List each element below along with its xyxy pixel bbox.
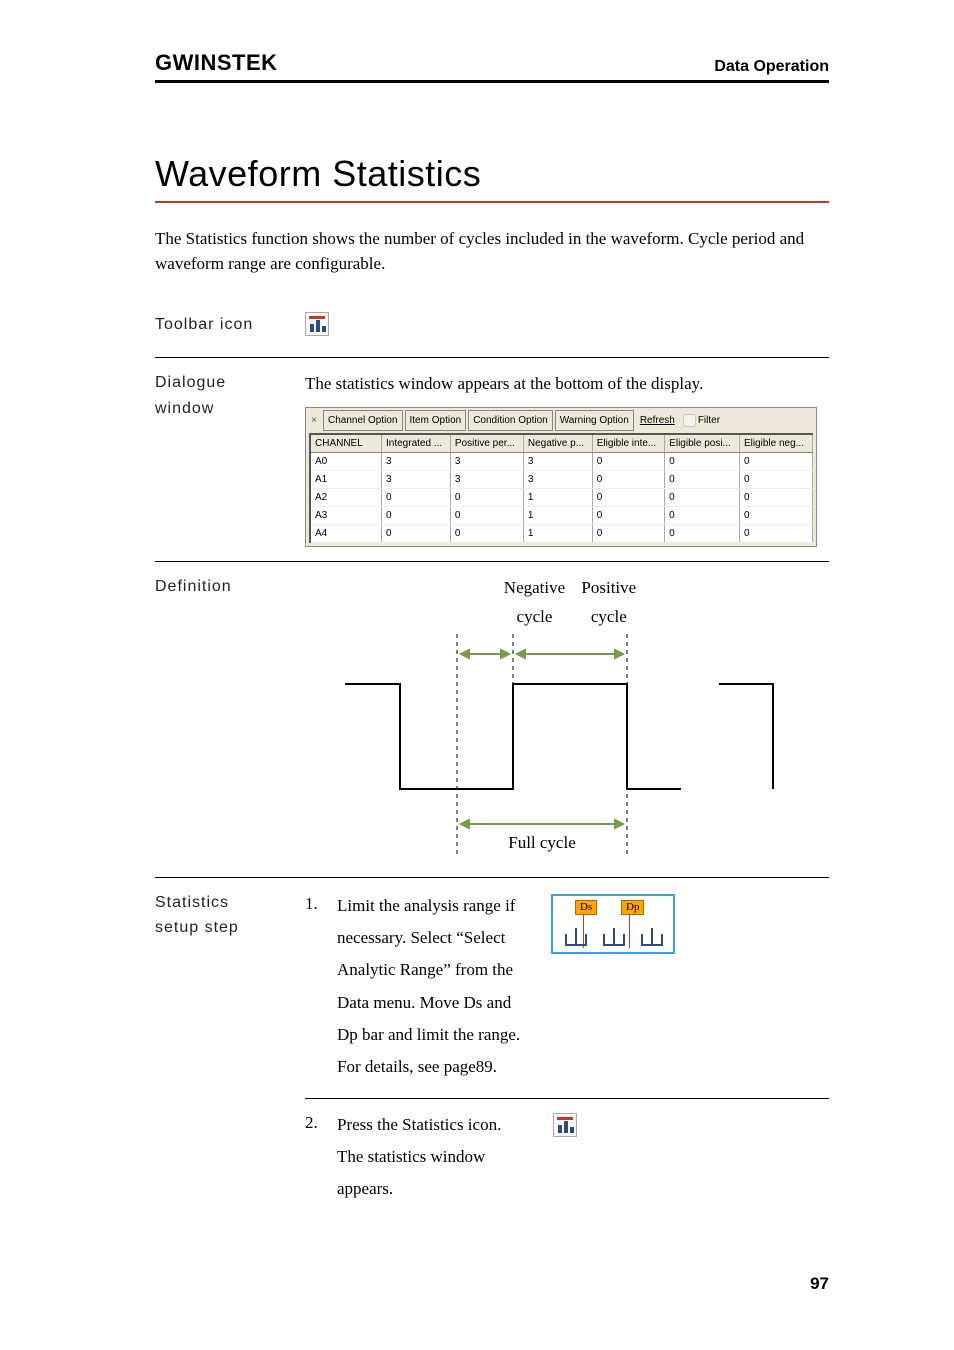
cycle-definition-diagram: Negativecycle Positivecycle	[305, 574, 805, 859]
stat-col-header: Negative p...	[523, 435, 592, 453]
title-rule	[155, 201, 829, 203]
dialogue-description: The statistics window appears at the bot…	[305, 370, 829, 399]
stat-col-header: Integrated ...	[382, 435, 451, 453]
stat-col-header: CHANNEL	[311, 435, 382, 453]
stat-col-header: Positive per...	[450, 435, 523, 453]
page-number: 97	[810, 1274, 829, 1294]
dialogue-label-1: Dialogue	[155, 370, 305, 396]
ds-marker: Ds	[575, 900, 597, 915]
close-icon: ×	[309, 412, 319, 429]
table-row: A2001000	[311, 489, 813, 507]
table-row: A3001000	[311, 507, 813, 525]
toolbar-label: Toolbar icon	[155, 312, 305, 338]
condition-option-button: Condition Option	[468, 410, 553, 431]
table-row: A1333000	[311, 471, 813, 489]
statistics-icon	[553, 1113, 577, 1137]
dp-marker: Dp	[621, 900, 644, 915]
item-option-button: Item Option	[405, 410, 467, 431]
stat-col-header: Eligible neg...	[739, 435, 812, 453]
warning-option-button: Warning Option	[555, 410, 634, 431]
step-2-number: 2.	[305, 1109, 323, 1138]
stat-col-header: Eligible inte...	[592, 435, 664, 453]
statistics-toolbar-icon	[305, 312, 329, 336]
analytic-range-figure: Ds Dp	[551, 894, 675, 954]
statistics-table: CHANNELIntegrated ...Positive per...Nega…	[311, 435, 813, 543]
table-row: A0333000	[311, 453, 813, 471]
page-title: Waveform Statistics	[155, 153, 829, 195]
channel-option-button: Channel Option	[323, 410, 403, 431]
refresh-link: Refresh	[640, 412, 675, 429]
intro-paragraph: The Statistics function shows the number…	[155, 227, 829, 276]
stats-label-2: setup step	[155, 915, 305, 941]
definition-label: Definition	[155, 574, 305, 600]
dialogue-label-2: window	[155, 396, 305, 422]
stats-label-1: Statistics	[155, 890, 305, 916]
header-section: Data Operation	[714, 58, 829, 76]
full-cycle-label: Full cycle	[508, 833, 576, 852]
stat-col-header: Eligible posi...	[665, 435, 740, 453]
statistics-window-screenshot: × Channel Option Item Option Condition O…	[305, 407, 817, 547]
step-2-text: Press the Statistics icon. The statistic…	[337, 1109, 527, 1206]
table-row: A4001000	[311, 525, 813, 543]
step-1-text: Limit the analysis range if necessary. S…	[337, 890, 527, 1084]
brand-logo: GWINSTEK	[155, 50, 278, 76]
step-1-number: 1.	[305, 890, 323, 919]
filter-checkbox: Filter	[683, 412, 720, 429]
